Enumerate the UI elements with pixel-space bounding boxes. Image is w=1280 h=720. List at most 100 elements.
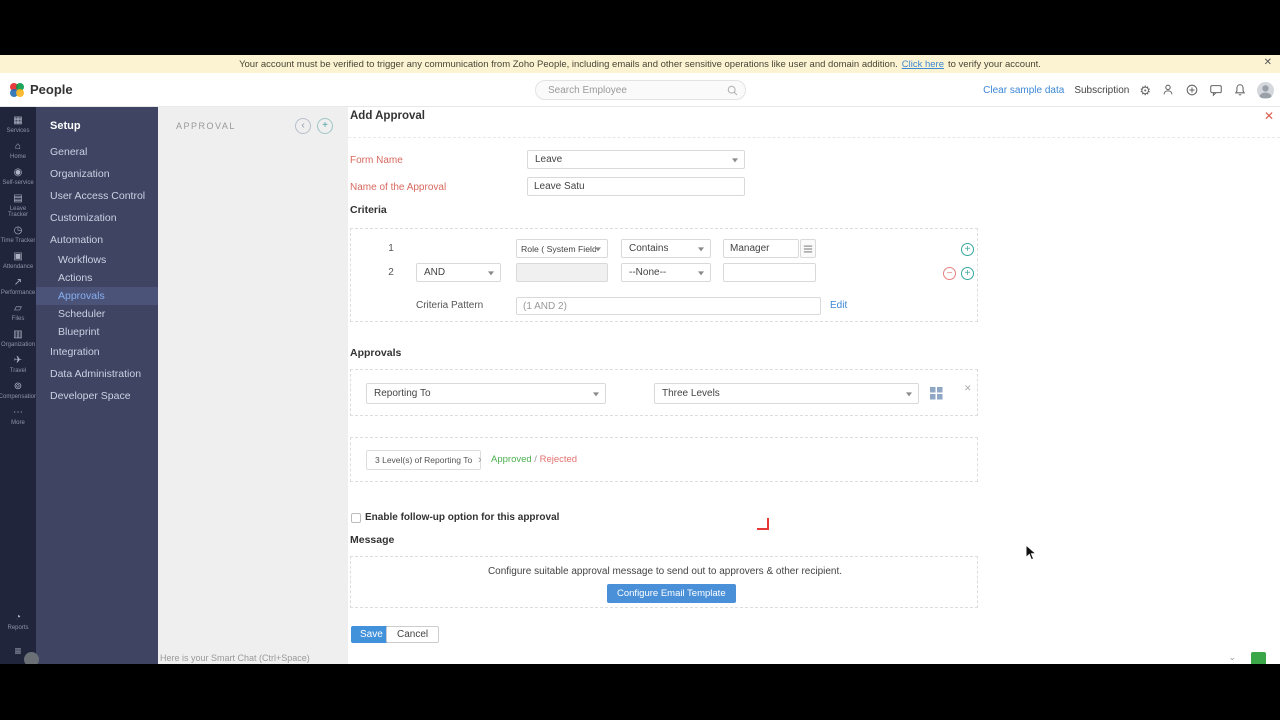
zoho-logo-icon — [10, 83, 24, 97]
edit-pattern-link[interactable]: Edit — [830, 297, 847, 315]
rail-item-time-tracker[interactable]: ◷ Time Tracker — [0, 225, 36, 244]
rail-label: Services — [6, 128, 30, 134]
cancel-button[interactable]: Cancel — [386, 626, 440, 643]
rail-item-compensation[interactable]: ⊚ Compensation — [0, 381, 38, 400]
collapse-panel-button[interactable]: ‹ — [295, 118, 311, 134]
approval-flow-box: 3 Level(s) of Reporting To › Approved / … — [350, 437, 978, 482]
subscription-link[interactable]: Subscription — [1074, 85, 1129, 96]
sidebar-item-actions[interactable]: Actions — [36, 269, 158, 287]
remove-approver-icon[interactable]: ✕ — [964, 383, 972, 394]
rail-item-leave-tracker[interactable]: ▤ Leave Tracker — [0, 193, 36, 218]
approval-name-input[interactable] — [527, 177, 745, 196]
time-tracker-icon: ◷ — [13, 225, 23, 236]
sidebar-item-workflows[interactable]: Workflows — [36, 251, 158, 269]
criteria-section-title: Criteria — [350, 204, 387, 216]
rail-label: Travel — [9, 368, 27, 374]
approver-levels-value: Three Levels — [662, 388, 720, 399]
rail-label: Time Tracker — [0, 238, 36, 244]
flow-step: 3 Level(s) of Reporting To — [366, 450, 482, 470]
flow-rejected-text: Rejected — [539, 454, 578, 465]
verify-link[interactable]: Click here — [902, 59, 944, 70]
value-lookup-button[interactable] — [800, 239, 816, 258]
add-icon[interactable] — [1185, 83, 1199, 97]
clear-sample-data-link[interactable]: Clear sample data — [983, 85, 1064, 96]
rail-label: Compensation — [0, 394, 38, 400]
criteria-field-value: Role ( System Fields ) — [521, 243, 596, 254]
approver-levels-select[interactable]: Three Levels — [654, 383, 919, 404]
sidebar-item-data-administration[interactable]: Data Administration — [36, 363, 158, 385]
red-annotation-mark — [757, 518, 769, 530]
rail-item-organization[interactable]: ▥ Organization — [0, 329, 36, 348]
self-service-icon: ◉ — [13, 167, 23, 178]
followup-label: Enable follow-up option for this approva… — [365, 512, 560, 523]
notifications-bell-icon[interactable] — [1233, 83, 1247, 97]
criteria-operator-select[interactable]: AND — [416, 263, 501, 282]
chat-launcher-icon[interactable] — [1251, 652, 1266, 664]
criteria-condition-value: Contains — [629, 243, 669, 254]
sidebar-item-scheduler[interactable]: Scheduler — [36, 305, 158, 323]
flow-separator: / — [531, 454, 540, 465]
chat-avatar[interactable] — [24, 652, 39, 664]
criteria-condition-select[interactable]: --None-- — [621, 263, 711, 282]
approver-type-value: Reporting To — [374, 388, 431, 399]
sidebar-item-approvals[interactable]: Approvals — [36, 287, 158, 305]
approval-list-panel: APPROVAL ‹ + — [158, 107, 348, 664]
add-criteria-row-icon[interactable]: + — [961, 267, 974, 280]
rail-item-attendance[interactable]: ▣ Attendance — [0, 251, 36, 270]
criteria-field-select[interactable]: Role ( System Fields ) — [516, 239, 608, 258]
sidebar-item-general[interactable]: General — [36, 141, 158, 163]
chat-collapse-icon[interactable]: ⌄ — [1228, 652, 1236, 663]
criteria-condition-value: --None-- — [629, 267, 667, 278]
criteria-operator-value: AND — [424, 267, 446, 278]
criteria-condition-select[interactable]: Contains — [621, 239, 711, 258]
smart-chat-text[interactable]: Here is your Smart Chat (Ctrl+Space) — [160, 653, 310, 663]
files-icon: ▱ — [14, 303, 22, 314]
rail-item-reports[interactable]: ◔ Reports — [0, 612, 36, 631]
criteria-pattern-label: Criteria Pattern — [416, 300, 484, 311]
banner-close-icon[interactable]: ✕ — [1264, 57, 1272, 68]
add-approval-button[interactable]: + — [317, 118, 333, 134]
settings-gear-icon[interactable]: ⚙ — [1139, 84, 1151, 97]
rail-item-performance[interactable]: ↗ Performance — [0, 277, 36, 296]
criteria-value-input[interactable] — [723, 263, 816, 282]
avatar-person-icon — [1259, 84, 1272, 98]
criteria-value-input[interactable] — [723, 239, 799, 258]
user-icon[interactable] — [1161, 83, 1175, 97]
rail-label: Reports — [7, 625, 29, 631]
rail-item-services[interactable]: ▦ Services — [0, 115, 36, 134]
sidebar-item-automation[interactable]: Automation — [36, 229, 158, 251]
add-criteria-row-icon[interactable]: + — [961, 243, 974, 256]
criteria-field-input-disabled[interactable] — [516, 263, 608, 282]
followup-checkbox[interactable] — [351, 513, 361, 523]
remove-criteria-row-icon[interactable]: − — [943, 267, 956, 280]
rail-label: Home — [9, 154, 26, 160]
search-box[interactable] — [535, 80, 746, 100]
feedback-chat-icon[interactable] — [1209, 83, 1223, 97]
message-hint-text: Configure suitable approval message to s… — [487, 566, 843, 577]
sidebar-item-customization[interactable]: Customization — [36, 207, 158, 229]
rail-item-travel[interactable]: ✈ Travel — [0, 355, 36, 374]
sidebar-item-developer-space[interactable]: Developer Space — [36, 385, 158, 407]
rail-item-more[interactable]: ⋯ More — [0, 407, 36, 426]
sidebar-item-integration[interactable]: Integration — [36, 341, 158, 363]
sidebar-item-organization[interactable]: Organization — [36, 163, 158, 185]
sidebar-item-user-access-control[interactable]: User Access Control — [36, 185, 158, 207]
page-title: Add Approval — [350, 110, 425, 122]
profile-avatar[interactable] — [1257, 81, 1274, 99]
criteria-pattern-input[interactable] — [516, 297, 821, 315]
rail-item-files[interactable]: ▱ Files — [0, 303, 36, 322]
message-box: Configure suitable approval message to s… — [350, 556, 978, 608]
configure-email-template-button[interactable]: Configure Email Template — [607, 584, 736, 603]
approver-type-select[interactable]: Reporting To — [366, 383, 606, 404]
sidebar-item-blueprint[interactable]: Blueprint — [36, 323, 158, 341]
smart-chat-bar: Here is your Smart Chat (Ctrl+Space) ⌄ — [0, 651, 1280, 664]
search-input[interactable] — [548, 84, 726, 96]
banner-suffix: to verify your account. — [948, 58, 1041, 70]
close-form-icon[interactable]: ✕ — [1264, 109, 1274, 123]
rail-item-self-service[interactable]: ◉ Self-service — [0, 167, 36, 186]
criteria-row-number: 2 — [388, 267, 394, 278]
approver-matrix-icon[interactable] — [930, 387, 943, 400]
approvers-box: Reporting To Three Levels ✕ — [350, 369, 978, 416]
form-name-select[interactable]: Leave — [527, 150, 745, 169]
rail-item-home[interactable]: ⌂ Home — [0, 141, 36, 160]
